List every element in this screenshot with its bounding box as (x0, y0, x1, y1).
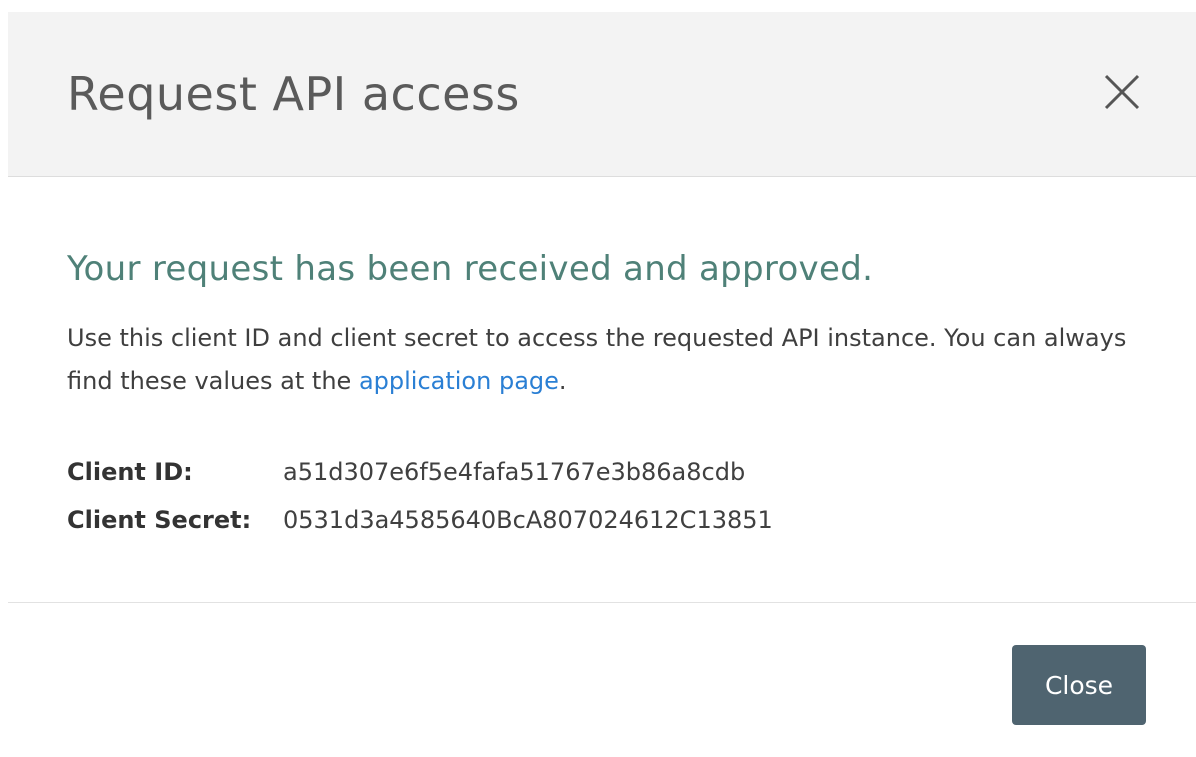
footer-divider (8, 602, 1196, 603)
client-id-label: Client ID: (67, 458, 193, 486)
dialog-title: Request API access (67, 67, 520, 121)
success-heading: Your request has been received and appro… (67, 249, 874, 289)
description-before: Use this client ID and client secret to … (67, 324, 1127, 395)
dialog-body: Your request has been received and appro… (8, 177, 1196, 603)
client-secret-value: 0531d3a4585640BcA807024612C13851 (283, 506, 773, 534)
client-secret-row: Client Secret: 0531d3a4585640BcA807024612… (67, 503, 773, 537)
description-text: Use this client ID and client secret to … (67, 317, 1147, 403)
request-api-access-dialog: Request API access Your request has been… (8, 12, 1196, 757)
client-id-value: a51d307e6f5e4fafa51767e3b86a8cdb (283, 458, 746, 486)
application-page-link[interactable]: application page (359, 367, 559, 395)
client-secret-label: Client Secret: (67, 506, 252, 534)
client-id-row: Client ID: a51d307e6f5e4fafa51767e3b86a8c… (67, 455, 745, 489)
close-icon[interactable] (1100, 70, 1144, 114)
description-after: . (558, 367, 567, 395)
dialog-header: Request API access (8, 12, 1196, 177)
close-button[interactable]: Close (1012, 645, 1146, 725)
